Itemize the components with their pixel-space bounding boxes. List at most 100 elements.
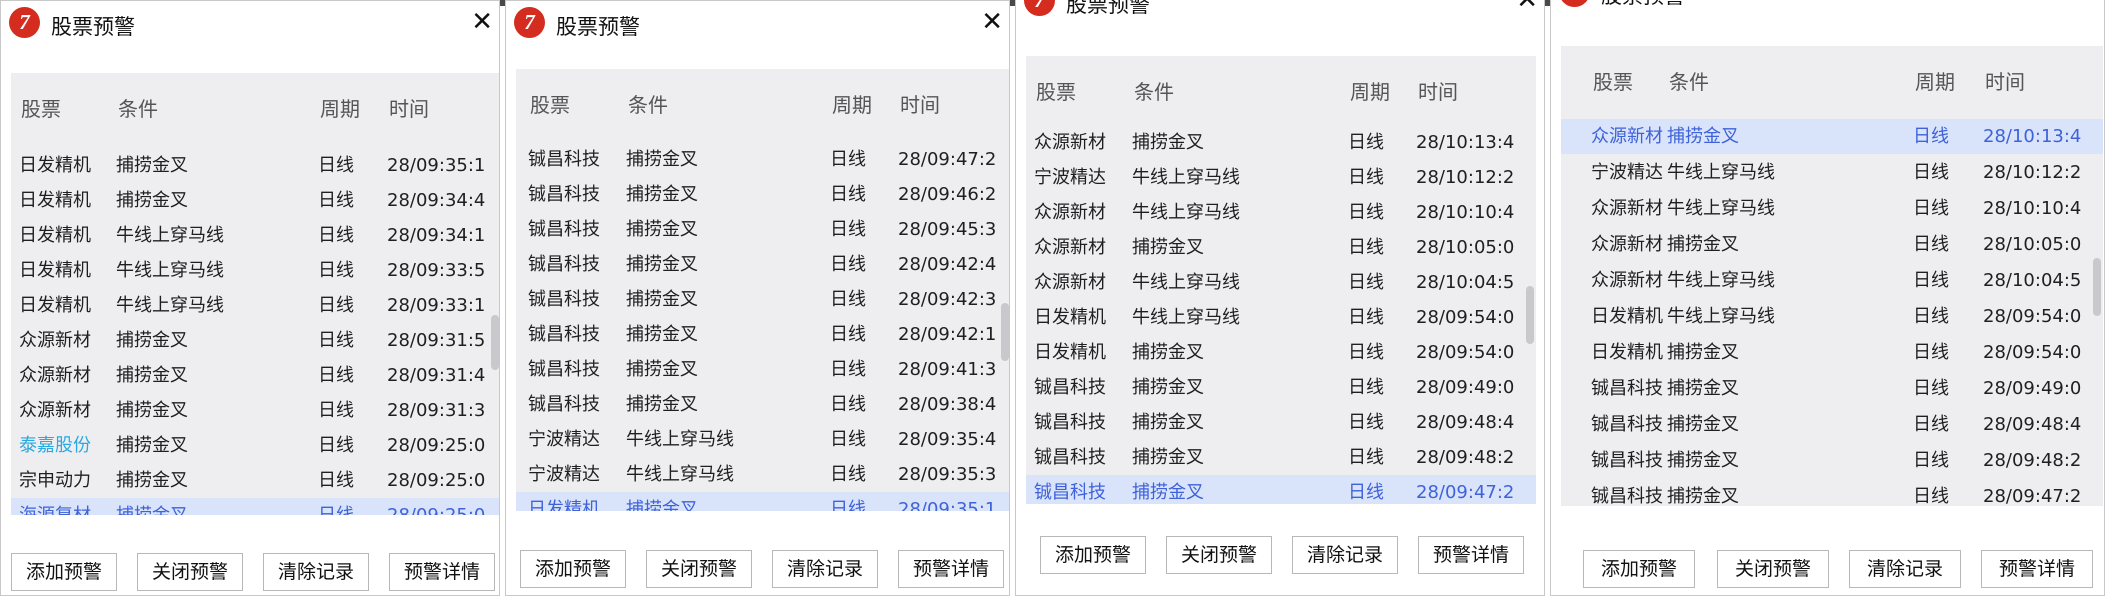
table-row[interactable]: 众源新材 牛线上穿马线 日线 28/10:10:4 xyxy=(1561,191,2103,226)
clear-records-button[interactable]: 清除记录 xyxy=(1849,550,1961,588)
table-row[interactable]: 铖昌科技 捕捞金叉 日线 28/09:48:4 xyxy=(1561,407,2103,442)
table-row[interactable]: 众源新材 捕捞金叉 日线 28/09:31:3 xyxy=(11,393,499,428)
row-period: 日线 xyxy=(830,359,866,380)
title-bar[interactable]: 7 股票预警 ✕ xyxy=(1,1,499,47)
header-condition[interactable]: 条件 xyxy=(1669,66,1709,95)
table-row[interactable]: 众源新材 捕捞金叉 日线 28/09:31:4 xyxy=(11,358,499,393)
close-icon[interactable]: ✕ xyxy=(471,5,493,39)
clear-records-button[interactable]: 清除记录 xyxy=(1292,536,1398,574)
table-row[interactable]: 铖昌科技 捕捞金叉 日线 28/09:48:4 xyxy=(1026,405,1536,440)
row-time: 28/10:13:4 xyxy=(1416,132,1515,153)
header-period[interactable]: 周期 xyxy=(320,93,360,122)
clear-records-button[interactable]: 清除记录 xyxy=(263,553,369,591)
table-row[interactable]: 宁波精达 牛线上穿马线 日线 28/10:12:2 xyxy=(1561,155,2103,190)
table-row[interactable]: 日发精机 牛线上穿马线 日线 28/09:54:0 xyxy=(1026,300,1536,335)
close-icon[interactable]: ✕ xyxy=(1516,0,1538,17)
table-row[interactable]: 铖昌科技 捕捞金叉 日线 28/09:47:2 xyxy=(1026,475,1536,504)
table-row[interactable]: 铖昌科技 捕捞金叉 日线 28/09:42:3 xyxy=(516,282,1009,317)
table-row[interactable]: 铖昌科技 捕捞金叉 日线 28/09:45:3 xyxy=(516,212,1009,247)
table-row[interactable]: 日发精机 牛线上穿马线 日线 28/09:34:1 xyxy=(11,218,499,253)
table-row[interactable]: 众源新材 牛线上穿马线 日线 28/10:04:5 xyxy=(1026,265,1536,300)
add-alert-button[interactable]: 添加预警 xyxy=(520,550,626,588)
table-row[interactable]: 众源新材 牛线上穿马线 日线 28/10:10:4 xyxy=(1026,195,1536,230)
row-stock: 铖昌科技 xyxy=(528,394,600,415)
header-period[interactable]: 周期 xyxy=(832,89,872,118)
header-condition[interactable]: 条件 xyxy=(1134,76,1174,105)
header-period[interactable]: 周期 xyxy=(1350,76,1390,105)
header-stock[interactable]: 股票 xyxy=(1036,76,1076,105)
table-row[interactable]: 泰嘉股份 捕捞金叉 日线 28/09:25:0 xyxy=(11,428,499,463)
close-alert-button[interactable]: 关闭预警 xyxy=(1717,550,1829,588)
row-time: 28/09:49:0 xyxy=(1983,378,2082,399)
row-stock: 日发精机 xyxy=(19,225,91,246)
scrollbar-thumb[interactable] xyxy=(2093,258,2101,316)
table-row[interactable]: 铖昌科技 捕捞金叉 日线 28/09:49:0 xyxy=(1561,371,2103,406)
table-row[interactable]: 铖昌科技 捕捞金叉 日线 28/09:48:2 xyxy=(1561,443,2103,478)
header-time[interactable]: 时间 xyxy=(1418,76,1458,105)
table-row[interactable]: 铖昌科技 捕捞金叉 日线 28/09:41:3 xyxy=(516,352,1009,387)
row-stock: 众源新材 xyxy=(1591,126,1663,147)
scrollbar-thumb[interactable] xyxy=(1526,286,1534,344)
scrollbar-thumb[interactable] xyxy=(1001,303,1009,361)
table-row[interactable]: 众源新材 捕捞金叉 日线 28/10:05:0 xyxy=(1561,227,2103,262)
header-stock[interactable]: 股票 xyxy=(1593,66,1633,95)
header-period[interactable]: 周期 xyxy=(1915,66,1955,95)
header-time[interactable]: 时间 xyxy=(900,89,940,118)
header-stock[interactable]: 股票 xyxy=(21,93,61,122)
table-row[interactable]: 铖昌科技 捕捞金叉 日线 28/09:42:1 xyxy=(516,317,1009,352)
add-alert-button[interactable]: 添加预警 xyxy=(1040,536,1146,574)
table-row[interactable]: 铖昌科技 捕捞金叉 日线 28/09:38:4 xyxy=(516,387,1009,422)
title-bar[interactable]: 7 股票预警 ✕ xyxy=(506,1,1009,47)
table-row[interactable]: 日发精机 捕捞金叉 日线 28/09:34:4 xyxy=(11,183,499,218)
header-time[interactable]: 时间 xyxy=(1985,66,2025,95)
table-row[interactable]: 铖昌科技 捕捞金叉 日线 28/09:49:0 xyxy=(1026,370,1536,405)
table-row[interactable]: 宗申动力 捕捞金叉 日线 28/09:25:0 xyxy=(11,463,499,498)
header-time[interactable]: 时间 xyxy=(389,93,429,122)
table-row[interactable]: 日发精机 捕捞金叉 日线 28/09:35:1 xyxy=(11,148,499,183)
close-alert-button[interactable]: 关闭预警 xyxy=(137,553,243,591)
clear-records-button[interactable]: 清除记录 xyxy=(772,550,878,588)
close-icon[interactable]: ✕ xyxy=(2076,0,2098,8)
header-condition[interactable]: 条件 xyxy=(628,89,668,118)
title-bar[interactable]: 7 股票预警 ✕ xyxy=(1551,0,2104,16)
close-alert-button[interactable]: 关闭预警 xyxy=(646,550,752,588)
table-row[interactable]: 铖昌科技 捕捞金叉 日线 28/09:46:2 xyxy=(516,177,1009,212)
add-alert-button[interactable]: 添加预警 xyxy=(1583,550,1695,588)
table-row[interactable]: 宁波精达 牛线上穿马线 日线 28/09:35:3 xyxy=(516,457,1009,492)
table-row[interactable]: 众源新材 捕捞金叉 日线 28/10:13:4 xyxy=(1026,125,1536,160)
table-row[interactable]: 众源新材 牛线上穿马线 日线 28/10:04:5 xyxy=(1561,263,2103,298)
header-condition[interactable]: 条件 xyxy=(118,93,158,122)
title-bar[interactable]: 7 股票预警 ✕ xyxy=(1016,0,1544,25)
row-period: 日线 xyxy=(318,365,354,386)
table-row[interactable]: 众源新材 捕捞金叉 日线 28/09:31:5 xyxy=(11,323,499,358)
row-period: 日线 xyxy=(318,225,354,246)
alert-details-button[interactable]: 预警详情 xyxy=(898,550,1004,588)
row-stock: 众源新材 xyxy=(1591,234,1663,255)
alert-details-button[interactable]: 预警详情 xyxy=(1418,536,1524,574)
close-alert-button[interactable]: 关闭预警 xyxy=(1166,536,1272,574)
table-row[interactable]: 海源复材 捕捞金叉 日线 28/09:25:0 xyxy=(11,498,499,515)
table-row[interactable]: 众源新材 捕捞金叉 日线 28/10:05:0 xyxy=(1026,230,1536,265)
table-row[interactable]: 宁波精达 牛线上穿马线 日线 28/09:35:4 xyxy=(516,422,1009,457)
table-row[interactable]: 众源新材 捕捞金叉 日线 28/10:13:4 xyxy=(1561,119,2103,154)
table-row[interactable]: 日发精机 牛线上穿马线 日线 28/09:54:0 xyxy=(1561,299,2103,334)
row-period: 日线 xyxy=(1913,306,1949,327)
table-row[interactable]: 铖昌科技 捕捞金叉 日线 28/09:47:2 xyxy=(516,142,1009,177)
table-row[interactable]: 日发精机 捕捞金叉 日线 28/09:54:0 xyxy=(1026,335,1536,370)
add-alert-button[interactable]: 添加预警 xyxy=(11,553,117,591)
button-bar: 添加预警 关闭预警 清除记录 预警详情 xyxy=(1016,536,1544,580)
table-row[interactable]: 铖昌科技 捕捞金叉 日线 28/09:48:2 xyxy=(1026,440,1536,475)
table-row[interactable]: 日发精机 牛线上穿马线 日线 28/09:33:5 xyxy=(11,253,499,288)
table-row[interactable]: 铖昌科技 捕捞金叉 日线 28/09:42:4 xyxy=(516,247,1009,282)
alert-details-button[interactable]: 预警详情 xyxy=(1981,550,2093,588)
header-stock[interactable]: 股票 xyxy=(530,89,570,118)
table-row[interactable]: 宁波精达 牛线上穿马线 日线 28/10:12:2 xyxy=(1026,160,1536,195)
scrollbar-thumb[interactable] xyxy=(491,315,499,370)
alert-details-button[interactable]: 预警详情 xyxy=(389,553,495,591)
table-row[interactable]: 日发精机 捕捞金叉 日线 28/09:35:1 xyxy=(516,492,1009,511)
table-row[interactable]: 铖昌科技 捕捞金叉 日线 28/09:47:2 xyxy=(1561,479,2103,506)
close-icon[interactable]: ✕ xyxy=(981,5,1003,39)
table-row[interactable]: 日发精机 牛线上穿马线 日线 28/09:33:1 xyxy=(11,288,499,323)
table-row[interactable]: 日发精机 捕捞金叉 日线 28/09:54:0 xyxy=(1561,335,2103,370)
row-time: 28/09:34:4 xyxy=(387,190,486,211)
